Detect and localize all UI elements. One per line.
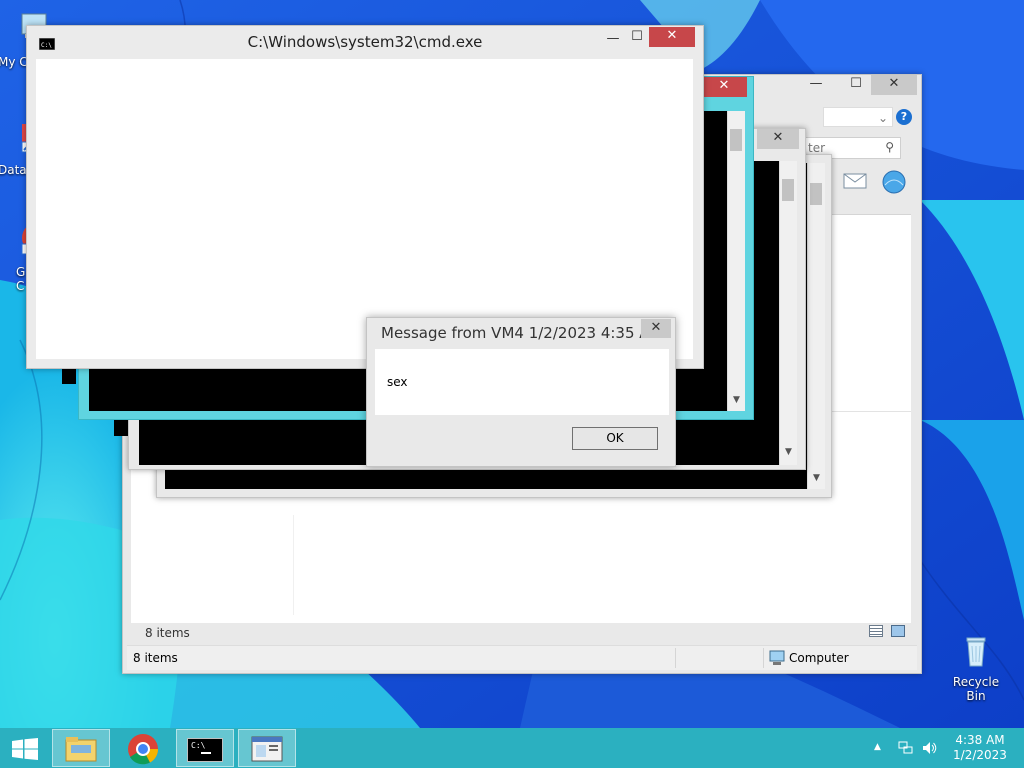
help-icon[interactable]: ? [896, 109, 912, 125]
windows-logo-icon [12, 738, 38, 760]
explorer-minimize-button[interactable]: — [803, 75, 829, 95]
explorer-address-dropdown[interactable]: ⌄ [823, 107, 893, 127]
scroll-thumb[interactable] [810, 183, 822, 205]
desktop-icon-label: Recycle Bin [952, 675, 1000, 703]
message-body: sex [375, 349, 669, 415]
network-icon[interactable] [898, 741, 914, 755]
cmd-scrollbar-3[interactable]: ▼ [779, 161, 797, 465]
chrome-icon [128, 734, 159, 765]
inner-status-items: 8 items [145, 626, 190, 640]
message-close-button[interactable]: ✕ [641, 319, 671, 338]
scroll-thumb[interactable] [730, 129, 742, 151]
message-text: sex [387, 375, 408, 389]
tray-expand-icon[interactable]: ▲ [874, 740, 881, 755]
cmd-console[interactable] [36, 59, 693, 359]
cmd-close-button[interactable]: ✕ [649, 27, 695, 47]
scroll-down-arrow[interactable]: ▼ [728, 395, 745, 405]
clock-date: 1/2/2023 [953, 748, 1007, 762]
taskbar-message-app[interactable] [238, 729, 296, 767]
taskbar-file-explorer[interactable] [52, 729, 110, 767]
cmd-window-sliver [114, 420, 128, 436]
status-location: Computer [789, 651, 849, 665]
explorer-close-button[interactable]: ✕ [871, 75, 917, 95]
cmd-maximize-button[interactable]: ☐ [625, 28, 649, 48]
status-item-count: 8 items [133, 651, 178, 665]
status-divider [763, 648, 764, 668]
network-globe-icon[interactable] [881, 169, 907, 195]
clock-time: 4:38 AM [955, 733, 1005, 747]
nav-pane-divider [293, 515, 294, 615]
search-icon: ⚲ [885, 140, 894, 154]
large-icons-view-icon[interactable] [891, 625, 905, 637]
taskbar-chrome[interactable] [114, 729, 172, 767]
volume-icon[interactable] [922, 740, 938, 756]
cmd-window-sliver [62, 368, 76, 384]
recycle-bin-icon [966, 637, 986, 667]
ok-button[interactable]: OK [572, 427, 658, 450]
start-button[interactable] [0, 729, 50, 767]
window-icon [251, 736, 283, 762]
scroll-down-arrow[interactable]: ▼ [808, 473, 825, 483]
clock[interactable]: 4:38 AM 1/2/2023 [948, 733, 1012, 763]
search-placeholder: ter [808, 141, 826, 155]
explorer-maximize-button[interactable]: ☐ [843, 75, 869, 95]
folder-icon [65, 737, 97, 762]
taskbar: C:\ ▲ 4:38 AM 1/2/2023 [0, 728, 1024, 768]
scroll-thumb[interactable] [782, 179, 794, 201]
cmd-minimize-button[interactable]: — [601, 30, 625, 50]
computer-icon [769, 650, 785, 665]
desktop-icon-recycle-bin[interactable]: Recycle Bin [945, 630, 1007, 703]
cmd-icon: C:\ [187, 738, 223, 762]
cmd-scrollbar-4[interactable]: ▼ [807, 163, 825, 489]
mail-icon[interactable] [843, 171, 867, 191]
cmd-titlebar[interactable]: C:\ C:\Windows\system32\cmd.exe — ☐ ✕ [27, 26, 703, 56]
taskbar-command-prompt[interactable]: C:\ [176, 729, 234, 767]
status-divider [675, 648, 676, 668]
scroll-down-arrow[interactable]: ▼ [780, 447, 797, 457]
cmd-scrollbar-2[interactable]: ▼ [727, 111, 745, 411]
details-view-icon[interactable] [869, 625, 883, 637]
explorer-status-bar: 8 items Computer [127, 645, 917, 670]
svg-text:C:\: C:\ [191, 741, 206, 750]
message-dialog[interactable]: Message from VM4 1/2/2023 4:35 AM ✕ sex … [366, 317, 676, 467]
cmd-close-button-3[interactable]: ✕ [757, 129, 799, 149]
cmd-close-button-2[interactable]: ✕ [701, 77, 747, 97]
message-dialog-title: Message from VM4 1/2/2023 4:35 AM [381, 324, 663, 342]
